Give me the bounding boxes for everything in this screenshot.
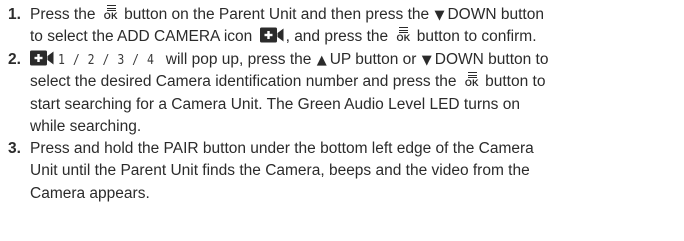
text-segment: while searching. — [30, 117, 142, 135]
text-segment: , and press the — [285, 28, 389, 46]
ok-menu-icon: OK — [465, 72, 479, 88]
down-arrow-icon: ▼ — [434, 8, 445, 23]
text-segment: DOWN button to — [434, 51, 549, 68]
instructions-document: 1. Press the OK button on the Parent Uni… — [0, 0, 684, 241]
step-2-line-2: select the desired Camera identification… — [30, 71, 545, 94]
camera-number-sequence: 1 / 2 / 3 / 4 — [58, 52, 155, 68]
text-segment: will pop up, press the — [165, 51, 312, 68]
step-2-line-4: while searching. — [30, 116, 141, 139]
step-number: 2. — [8, 51, 21, 68]
text-segment: button to — [485, 73, 546, 91]
text-segment: Press the — [30, 6, 96, 23]
step-3-line-2: Unit until the Parent Unit finds the Cam… — [30, 160, 530, 183]
text-segment: Press and hold the PAIR button under the… — [30, 140, 534, 157]
text-segment: button on the Parent Unit and then press… — [124, 6, 430, 23]
text-segment: Unit until the Parent Unit finds the Cam… — [30, 162, 530, 180]
ok-menu-icon: OK — [396, 27, 410, 43]
down-arrow-icon: ▼ — [421, 53, 432, 68]
text-segment: start searching for a Camera Unit. The G… — [30, 95, 520, 113]
text-segment: DOWN button — [447, 6, 544, 23]
step-3-line-1: Press and hold the PAIR button under the… — [30, 138, 534, 161]
up-arrow-icon: ▲ — [316, 53, 327, 68]
text-segment: Camera appears. — [30, 184, 150, 202]
step-2-line-3: start searching for a Camera Unit. The G… — [30, 94, 520, 117]
step-number: 1. — [8, 6, 21, 23]
step-3-line-3: Camera appears. — [30, 183, 150, 206]
text-segment: select the desired Camera identification… — [30, 73, 457, 91]
add-camera-icon — [259, 27, 284, 43]
step-1-line-1: Press the OK button on the Parent Unit a… — [30, 4, 544, 27]
text-segment: to select the ADD CAMERA icon — [30, 28, 253, 46]
ok-menu-icon: OK — [104, 5, 118, 21]
text-segment: UP button or — [329, 51, 417, 68]
text-segment: button to confirm. — [416, 28, 537, 46]
step-1-line-2: to select the ADD CAMERA icon , and pres… — [30, 26, 537, 49]
step-number: 3. — [8, 140, 21, 157]
step-2-line-1: 1 / 2 / 3 / 4 will pop up, press the ▲ UP… — [30, 49, 548, 72]
camera-icon — [30, 50, 54, 66]
